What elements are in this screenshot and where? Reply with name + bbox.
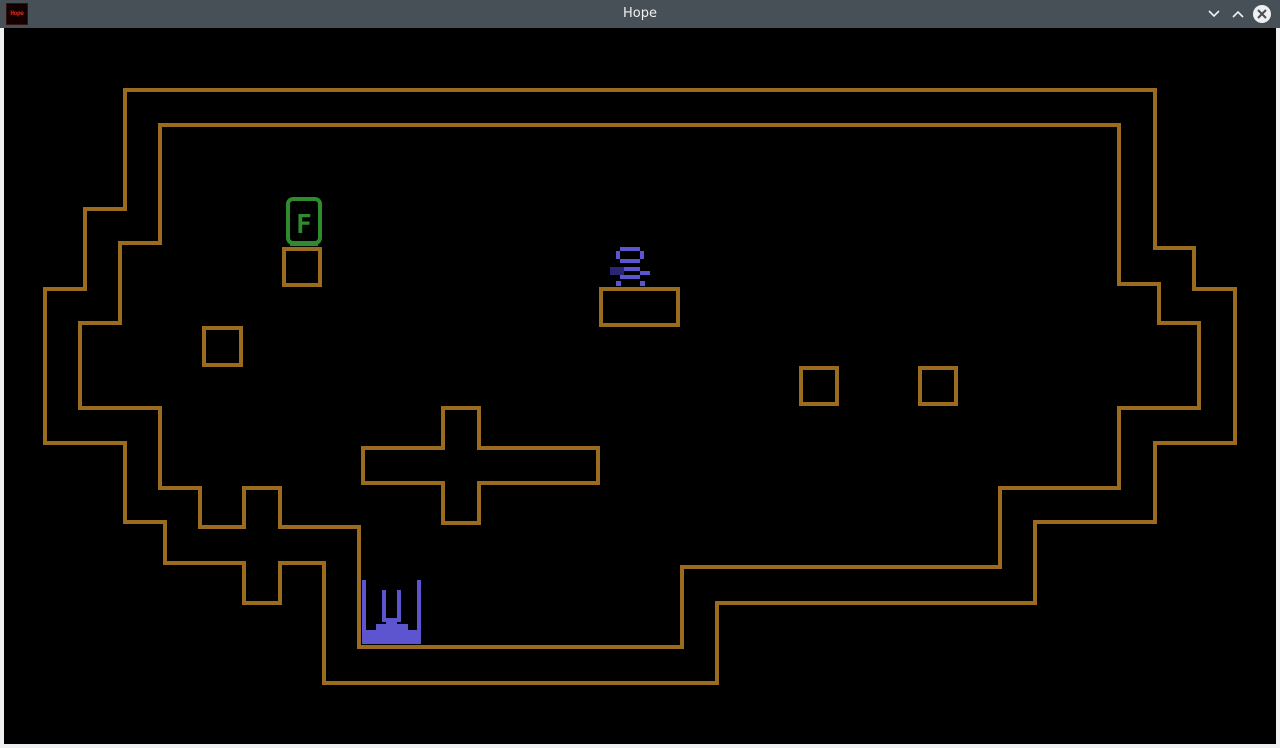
block-right-2: [918, 366, 958, 406]
window-title: Hope: [623, 6, 657, 21]
close-icon: [1253, 5, 1271, 23]
exit-door: F: [286, 197, 322, 246]
player-platform: [599, 287, 680, 327]
window-frame: F: [0, 28, 1280, 748]
cave-outer-wall: [43, 88, 1237, 685]
minimize-button[interactable]: [1204, 4, 1224, 24]
spike-hazard: [362, 580, 421, 644]
block-left: [202, 326, 243, 367]
exit-door-letter: F: [296, 210, 312, 240]
maximize-button[interactable]: [1228, 4, 1248, 24]
block-right-1: [799, 366, 839, 406]
game-level: F: [43, 88, 1237, 685]
window-titlebar[interactable]: Hope Hope: [0, 0, 1280, 28]
block-under-exit: [282, 247, 322, 287]
chevron-up-icon: [1232, 10, 1244, 18]
close-button[interactable]: [1252, 4, 1272, 24]
game-canvas[interactable]: F: [4, 28, 1276, 744]
cave-inner-wall: [78, 123, 1201, 649]
player-character: [610, 247, 650, 286]
cross-platform: [361, 406, 600, 525]
chevron-down-icon: [1208, 10, 1220, 18]
